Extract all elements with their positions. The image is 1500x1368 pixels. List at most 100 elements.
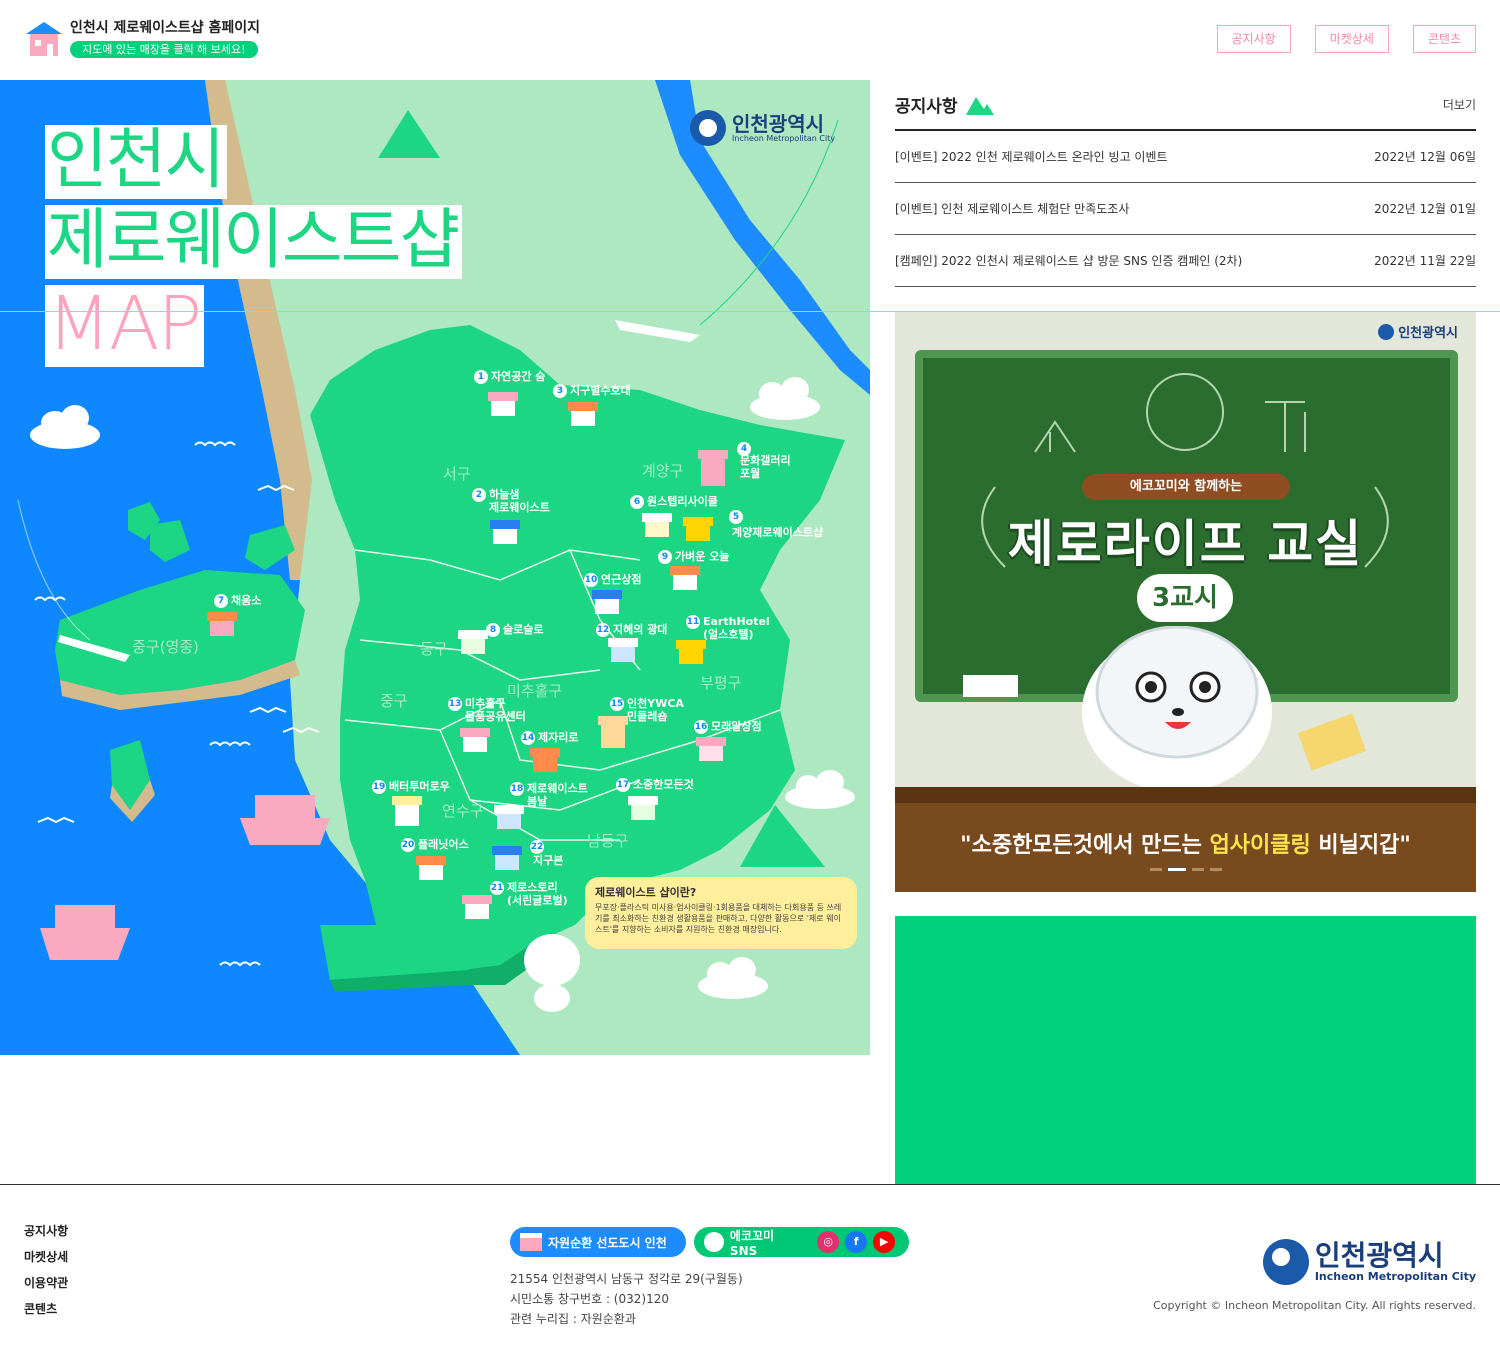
store-house-icon[interactable] bbox=[460, 728, 490, 752]
notice-date: 2022년 12월 06일 bbox=[1374, 150, 1476, 164]
info-callout: 제로웨이스트 샵이란? 무포장·플라스틱 미사용·업사이클링·1회용품을 대체하… bbox=[585, 877, 857, 949]
store-house-icon[interactable] bbox=[416, 856, 446, 880]
facebook-icon[interactable]: f bbox=[845, 1231, 868, 1253]
nav-market[interactable]: 마켓상세 bbox=[1314, 25, 1389, 53]
footer-link-contents[interactable]: 콘텐츠 bbox=[24, 1303, 68, 1316]
incheon-emblem-icon bbox=[690, 110, 726, 146]
resource-city-button[interactable]: 자원순환 선도도시 인천 bbox=[510, 1227, 686, 1257]
store-pin-1[interactable]: 1 자연공간 숨 bbox=[474, 370, 545, 384]
house-icon bbox=[24, 18, 64, 58]
instagram-icon[interactable]: ◎ bbox=[817, 1231, 840, 1253]
green-panel bbox=[895, 916, 1476, 1184]
more-link[interactable]: 더보기 bbox=[1443, 96, 1476, 113]
info-title: 제로웨이스트 샵이란? bbox=[595, 886, 697, 899]
store-house-icon[interactable] bbox=[670, 566, 700, 590]
store-pin-19[interactable]: 19 배터투머로우 bbox=[372, 780, 450, 794]
footer-links: 공지사항 마켓상세 이용약관 콘텐츠 bbox=[24, 1225, 68, 1329]
store-pin-21[interactable]: 21 제로스토리 (서린글로벌) bbox=[490, 881, 568, 907]
store-pin-14[interactable]: 14 제자리로 bbox=[521, 731, 578, 745]
youtube-icon[interactable]: ▶ bbox=[873, 1231, 895, 1253]
promo-banner[interactable]: 인천광역시 에코꼬미와 함께하는 제로라이프 교실 3교시 "소중한모든것에서 … bbox=[895, 312, 1476, 892]
map-title-line-3: MAP bbox=[45, 285, 205, 367]
notice-header: 공지사항 더보기 bbox=[895, 80, 1476, 131]
district-label: 연수구 bbox=[442, 802, 484, 820]
carousel-dot[interactable] bbox=[1210, 868, 1222, 871]
store-pin-6[interactable]: 6 원스텝리사이클 bbox=[630, 495, 718, 509]
carousel-dots bbox=[1150, 868, 1222, 871]
site-logo[interactable]: 인천시 제로웨이스트샵 홈페이지 지도에 있는 매장을 클릭 해 보세요! bbox=[24, 18, 260, 58]
store-house-icon[interactable] bbox=[568, 402, 598, 426]
store-house-icon[interactable] bbox=[492, 846, 522, 870]
store-pin-2[interactable]: 2 하늘샘 제로웨이스트 bbox=[472, 488, 550, 514]
store-pin-5[interactable]: 5 계양제로웨이스트샵 bbox=[729, 510, 823, 539]
nav-contents[interactable]: 콘텐츠 bbox=[1412, 25, 1476, 53]
notice-text: [캠페인] 2022 인천시 제로웨이스트 샵 방문 SNS 인증 캠페인 (2… bbox=[895, 254, 1243, 268]
notice-row[interactable]: [이벤트] 2022 인천 제로웨이스트 온라인 빙고 이벤트 2022년 12… bbox=[895, 131, 1476, 183]
top-nav: 공지사항 마켓상세 콘텐츠 bbox=[1216, 25, 1476, 53]
store-house-icon[interactable] bbox=[490, 520, 520, 544]
store-pin-13[interactable]: 13 미추홀구 물품공유센터 bbox=[448, 697, 526, 723]
store-house-icon[interactable] bbox=[530, 748, 560, 772]
house-icon bbox=[520, 1233, 542, 1251]
store-house-icon[interactable] bbox=[592, 590, 622, 614]
sns-pill: 에코꼬미 SNS ◎ f ▶ bbox=[694, 1227, 909, 1258]
banner-caption: "소중한모든것에서 만드는 업사이클링 비닐지갑" bbox=[960, 833, 1411, 858]
carousel-dot[interactable] bbox=[1192, 868, 1204, 871]
store-house-icon[interactable] bbox=[608, 638, 638, 662]
incheon-logo: 인천광역시 Incheon Metropolitan City bbox=[690, 110, 835, 146]
district-label: 동구 bbox=[420, 640, 448, 658]
store-house-icon[interactable] bbox=[488, 392, 518, 416]
store-house-icon[interactable] bbox=[698, 450, 728, 486]
footer-link-market[interactable]: 마켓상세 bbox=[24, 1251, 68, 1264]
banner-headline: 제로라이프 교실 bbox=[1007, 515, 1364, 573]
store-pin-4[interactable]: 4 문화갤러리 포월 bbox=[737, 442, 791, 480]
footer-link-terms[interactable]: 이용약관 bbox=[24, 1277, 68, 1290]
store-pin-17[interactable]: 17 소중한모든것 bbox=[616, 778, 694, 792]
store-pin-11[interactable]: 11 EarthHotel (얼스호텔) bbox=[686, 615, 770, 641]
zero-waste-map: 인천시 제로웨이스트샵 MAP 인천광역시 Incheon Metropolit… bbox=[0, 80, 870, 1055]
info-description: 무포장·플라스틱 미사용·업사이클링·1회용품을 대체하는 다회용품 등 쓰레기… bbox=[595, 903, 842, 934]
store-house-icon[interactable] bbox=[683, 517, 713, 541]
store-house-icon[interactable] bbox=[494, 805, 524, 829]
store-pin-7[interactable]: 7 채움소 bbox=[214, 594, 261, 608]
store-pin-9[interactable]: 9 가벼운 오늘 bbox=[658, 550, 729, 564]
notice-title: 공지사항 bbox=[895, 92, 994, 117]
map-title-line-2: 제로웨이스트샵 bbox=[45, 205, 463, 279]
store-house-icon[interactable] bbox=[642, 513, 672, 537]
store-pin-3[interactable]: 3 지구별수호대 bbox=[553, 384, 631, 398]
district-label: 중구 bbox=[380, 692, 408, 710]
notice-text: [이벤트] 2022 인천 제로웨이스트 온라인 빙고 이벤트 bbox=[895, 150, 1168, 164]
store-house-icon[interactable] bbox=[207, 612, 237, 636]
store-house-icon[interactable] bbox=[676, 640, 706, 664]
store-pin-18[interactable]: 18 제로웨이스트 봄날 bbox=[510, 782, 588, 808]
store-pin-20[interactable]: 20 플래닛어스 bbox=[401, 838, 469, 852]
notice-date: 2022년 11월 22일 bbox=[1374, 254, 1476, 268]
notice-row[interactable]: [캠페인] 2022 인천시 제로웨이스트 샵 방문 SNS 인증 캠페인 (2… bbox=[895, 235, 1476, 287]
store-house-icon[interactable] bbox=[462, 895, 492, 919]
district-label: 중구(영종) bbox=[132, 638, 199, 656]
district-label: 남동구 bbox=[587, 832, 629, 850]
site-header: 인천시 제로웨이스트샵 홈페이지 지도에 있는 매장을 클릭 해 보세요! 공지… bbox=[0, 0, 1500, 80]
nav-notice[interactable]: 공지사항 bbox=[1216, 25, 1291, 53]
store-pin-16[interactable]: 16 모래알상점 bbox=[694, 720, 762, 734]
site-title: 인천시 제로웨이스트샵 홈페이지 bbox=[70, 20, 261, 36]
store-house-icon[interactable] bbox=[392, 796, 422, 826]
store-pin-10[interactable]: 10 연근상점 bbox=[584, 573, 641, 587]
store-house-icon[interactable] bbox=[458, 630, 488, 654]
store-pin-22[interactable]: 22 지구본 bbox=[530, 840, 563, 867]
store-pin-15[interactable]: 15 인천YWCA 민들레숍 bbox=[610, 697, 684, 723]
carousel-dot[interactable] bbox=[1150, 868, 1162, 871]
store-pin-8[interactable]: 8 슬로슬로 bbox=[486, 623, 543, 637]
map-title-line-1: 인천시 bbox=[45, 125, 228, 199]
incheon-emblem-icon bbox=[1262, 1239, 1309, 1285]
map-title: 인천시 제로웨이스트샵 MAP bbox=[45, 125, 463, 373]
footer-address: 21554 인천광역시 남동구 정각로 29(구월동) 시민소통 창구번호 : … bbox=[510, 1272, 743, 1326]
carousel-dot[interactable] bbox=[1168, 868, 1186, 871]
incheon-logo-en: Incheon Metropolitan City bbox=[732, 133, 836, 143]
notice-row[interactable]: [이벤트] 인천 제로웨이스트 체험단 만족도조사 2022년 12월 01일 bbox=[895, 183, 1476, 235]
footer-link-notice[interactable]: 공지사항 bbox=[24, 1225, 68, 1238]
store-house-icon[interactable] bbox=[628, 796, 658, 820]
notice-date: 2022년 12월 01일 bbox=[1374, 202, 1476, 216]
store-house-icon[interactable] bbox=[696, 737, 726, 761]
store-pin-12[interactable]: 12 지혜의 광대 bbox=[596, 623, 667, 637]
